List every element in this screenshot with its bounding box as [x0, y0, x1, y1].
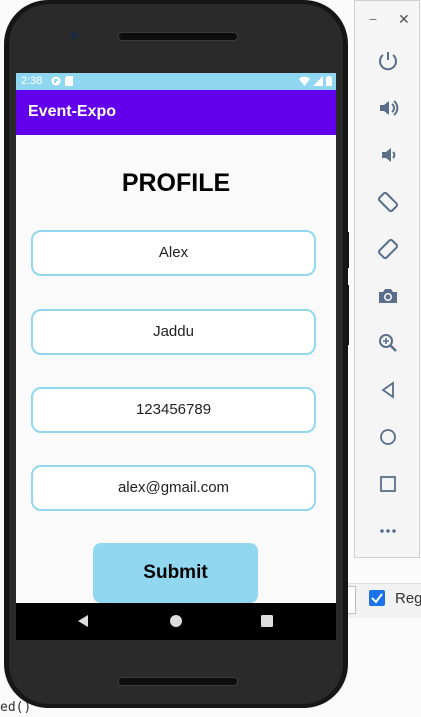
home-icon[interactable]	[372, 421, 404, 453]
last-name-field[interactable]: Jaddu	[31, 309, 316, 355]
top-speaker	[118, 32, 238, 41]
rotate-left-icon[interactable]	[372, 186, 404, 218]
app-bar: Event-Expo	[16, 90, 336, 135]
page-title: PROFILE	[121, 169, 231, 197]
navigation-bar	[16, 603, 336, 640]
minimize-button[interactable]: −	[369, 11, 377, 27]
close-button[interactable]: ✕	[398, 11, 410, 28]
battery-icon	[326, 76, 332, 86]
first-name-field[interactable]: Alex	[31, 230, 316, 276]
status-bar: 2:38	[16, 73, 336, 90]
nav-overview-icon[interactable]	[257, 611, 277, 631]
wifi-icon	[299, 76, 310, 86]
phone-screen: 2:38 Event-Expo PROFILE Alex Jaddu 12345…	[16, 73, 336, 640]
checkmark-icon	[371, 593, 383, 604]
status-time: 2:38	[21, 75, 43, 87]
emulator-toolbar: − ✕	[354, 0, 420, 558]
nav-back-icon[interactable]	[73, 611, 93, 631]
submit-button[interactable]: Submit	[93, 543, 258, 603]
nav-home-icon[interactable]	[166, 611, 186, 631]
ide-checkbox[interactable]	[369, 590, 385, 606]
power-icon[interactable]	[372, 45, 404, 77]
back-icon[interactable]	[372, 374, 404, 406]
more-icon[interactable]	[372, 515, 404, 547]
phone-field[interactable]: 123456789	[31, 387, 316, 433]
notification-icon	[51, 76, 61, 86]
zoom-icon[interactable]	[372, 327, 404, 359]
front-camera	[70, 31, 78, 39]
ide-gutter-mark	[0, 514, 3, 530]
overview-icon[interactable]	[372, 468, 404, 500]
sd-card-icon	[65, 76, 73, 86]
ide-checkbox-label: Reg	[395, 590, 421, 607]
signal-icon	[313, 76, 323, 86]
bottom-speaker	[118, 677, 238, 686]
camera-icon[interactable]	[372, 280, 404, 312]
app-title: Event-Expo	[28, 103, 117, 120]
volume-down-icon[interactable]	[372, 139, 404, 171]
email-field[interactable]: alex@gmail.com	[31, 465, 316, 511]
rotate-right-icon[interactable]	[372, 233, 404, 265]
volume-up-icon[interactable]	[372, 92, 404, 124]
